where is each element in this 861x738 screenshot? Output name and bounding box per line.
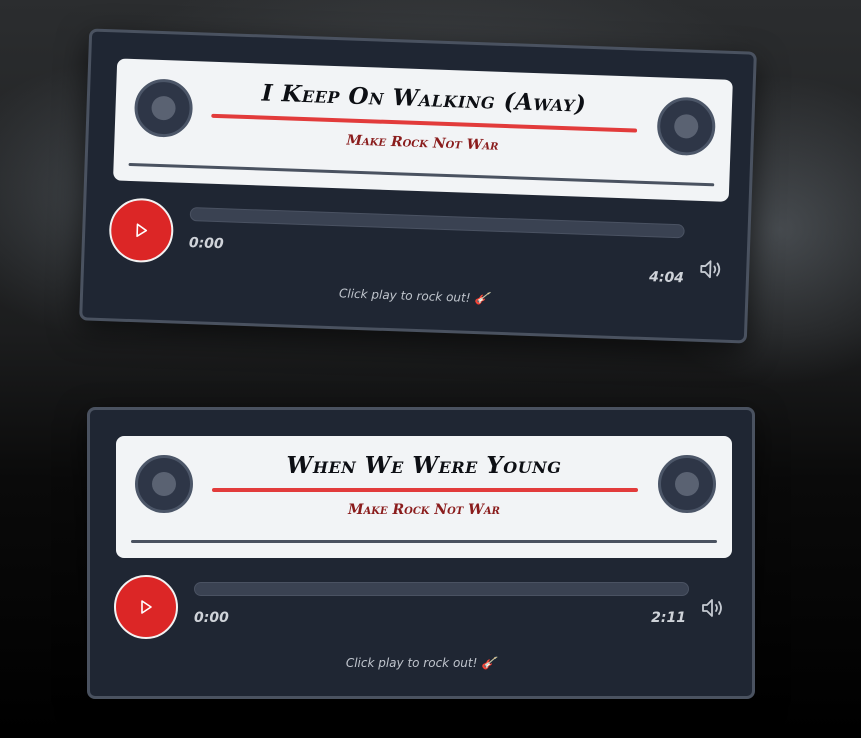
volume-icon: [700, 260, 721, 279]
title-underline: [212, 488, 638, 492]
left-reel-icon: [135, 455, 193, 513]
volume-button[interactable]: [698, 257, 725, 282]
duration: 2:11: [651, 610, 686, 626]
volume-button[interactable]: [700, 596, 726, 620]
play-icon: [136, 223, 148, 238]
music-player-2: When We Were Young Make Rock Not War 0:0…: [87, 407, 755, 699]
hint-text: Click play to rock out! 🎸: [338, 286, 490, 306]
play-button[interactable]: [108, 197, 175, 264]
tape-line: [131, 540, 717, 543]
play-button[interactable]: [114, 575, 178, 639]
cassette-label: I Keep On Walking (Away) Make Rock Not W…: [113, 58, 733, 202]
song-title: When We Were Young: [286, 452, 562, 479]
volume-icon: [702, 599, 722, 617]
duration: 4:04: [648, 269, 685, 287]
tape-line: [128, 162, 715, 187]
cassette-label: When We Were Young Make Rock Not War: [116, 436, 732, 558]
progress-bar[interactable]: [194, 582, 689, 596]
right-reel-icon: [656, 96, 717, 157]
current-time: 0:00: [194, 610, 229, 626]
left-reel-icon: [133, 78, 194, 139]
band-name: Make Rock Not War: [348, 502, 500, 518]
music-player-1: I Keep On Walking (Away) Make Rock Not W…: [79, 28, 757, 344]
current-time: 0:00: [188, 235, 224, 253]
song-title: I Keep On Walking (Away): [261, 79, 587, 118]
progress-bar[interactable]: [189, 207, 685, 239]
hint-text: Click play to rock out! 🎸: [345, 656, 497, 670]
band-name: Make Rock Not War: [346, 132, 499, 154]
play-icon: [141, 600, 152, 614]
right-reel-icon: [658, 455, 716, 513]
